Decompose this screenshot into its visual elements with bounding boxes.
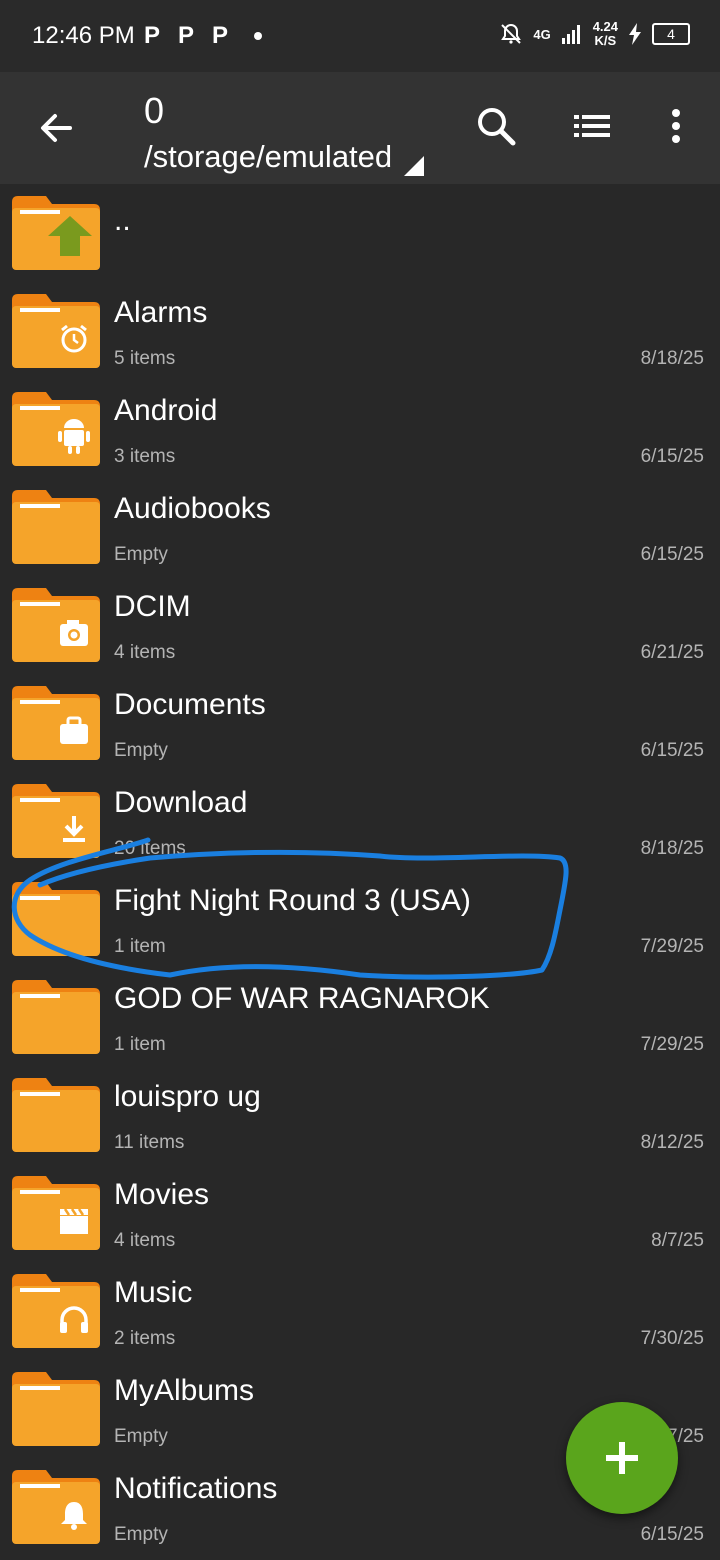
folder-name: Notifications <box>114 1472 278 1505</box>
folder-item-count: 2 items <box>114 1328 176 1349</box>
folder-name: MyAlbums <box>114 1374 255 1407</box>
folder-date: 6/15/25 <box>640 740 704 761</box>
folder-item[interactable]: Android 3 items 6/15/25 <box>0 380 720 478</box>
net-speed-value: 4.24 <box>592 19 618 34</box>
folder-item[interactable]: Fight Night Round 3 (USA) 1 item 7/29/25 <box>0 870 720 968</box>
folder-item-count: 5 items <box>114 348 176 369</box>
back-button[interactable] <box>36 108 76 153</box>
net-speed-unit: K/S <box>594 33 617 48</box>
more-vert-icon <box>672 109 680 143</box>
mute-bell-icon <box>501 23 522 44</box>
folder-item-count: 4 items <box>114 1230 176 1251</box>
folder-name: Audiobooks <box>114 492 271 525</box>
folder-name: Android <box>114 394 218 427</box>
view-mode-button[interactable] <box>570 104 614 153</box>
app-notification-icon: P <box>178 22 195 49</box>
folder-date: 8/12/25 <box>640 1132 704 1153</box>
folder-item-count: 4 items <box>114 642 176 663</box>
folder-item-count: Empty <box>114 544 168 565</box>
more-options-button[interactable] <box>654 104 698 153</box>
current-path: /storage/emulated <box>144 139 393 174</box>
folder-name: louispro ug <box>114 1080 261 1113</box>
status-indicators: 4G 4.24 K/S 4 <box>499 20 690 48</box>
folder-bell-icon <box>12 1470 100 1544</box>
folder-name: Documents <box>114 688 266 721</box>
folder-icon <box>12 1372 100 1446</box>
folder-date: 8/18/25 <box>640 348 704 369</box>
plus-icon <box>606 1442 638 1474</box>
folder-date: 6/15/25 <box>640 1524 704 1545</box>
battery-level: 4 <box>652 23 690 45</box>
add-fab-button[interactable] <box>566 1402 678 1514</box>
folder-item[interactable]: Movies 4 items 8/7/25 <box>0 1164 720 1262</box>
folder-date: 6/15/25 <box>640 446 704 467</box>
folder-item-count: 1 item <box>114 1034 166 1055</box>
folder-item-count: 11 items <box>114 1132 185 1153</box>
charging-icon <box>629 23 641 45</box>
status-time: 12:46 PM <box>32 22 135 49</box>
toolbar: 0 /storage/emulated <box>0 72 720 184</box>
dropdown-triangle-icon <box>404 156 425 176</box>
folder-name: Music <box>114 1276 193 1309</box>
folder-item[interactable]: Alarms 5 items 8/18/25 <box>0 282 720 380</box>
folder-item[interactable]: Audiobooks Empty 6/15/25 <box>0 478 720 576</box>
folder-item[interactable]: Music 2 items 7/30/25 <box>0 1262 720 1360</box>
folder-date: 6/21/25 <box>640 642 704 663</box>
folder-camera-icon <box>12 588 100 662</box>
folder-download-icon <box>12 784 100 858</box>
folder-date: 7/29/25 <box>640 936 704 957</box>
folder-movie-icon <box>12 1176 100 1250</box>
folder-name: GOD OF WAR RAGNAROK <box>114 982 490 1015</box>
app-notification-icon: P <box>144 22 161 49</box>
search-button[interactable] <box>474 104 518 153</box>
network-type: 4G <box>533 26 551 42</box>
status-bar: 12:46 PM P P P 4G 4.24 K/S 4 <box>0 0 720 72</box>
folder-icon <box>12 882 100 956</box>
file-list: .. Alarms 5 items 8/18/25 Android 3 items 6/1… <box>0 184 720 1556</box>
folder-item-count: Empty <box>114 1524 168 1545</box>
folder-date: 6/15/25 <box>640 544 704 565</box>
folder-item[interactable]: Download 20 items 8/18/25 <box>0 772 720 870</box>
folder-name: Download <box>114 786 248 819</box>
list-view-icon <box>574 115 610 137</box>
folder-up-icon <box>12 196 100 270</box>
notification-icons: P P P <box>144 22 263 50</box>
folder-icon <box>12 490 100 564</box>
more-notifications-dot-icon <box>254 32 263 40</box>
folder-name: Movies <box>114 1178 210 1211</box>
folder-date: 7/30/25 <box>640 1328 704 1349</box>
net-speed: 4.24 K/S <box>593 20 618 48</box>
folder-icon <box>12 1078 100 1152</box>
folder-date: 8/7/25 <box>651 1230 704 1251</box>
app-notification-icon: P <box>212 22 229 49</box>
folder-icon <box>12 980 100 1054</box>
folder-item[interactable]: DCIM 4 items 6/21/25 <box>0 576 720 674</box>
folder-name: Alarms <box>114 296 208 329</box>
folder-date: 7/29/25 <box>640 1034 704 1055</box>
parent-directory-item[interactable]: .. <box>0 184 720 282</box>
folder-item-count: 1 item <box>114 936 166 957</box>
folder-item[interactable]: GOD OF WAR RAGNAROK 1 item 7/29/25 <box>0 968 720 1066</box>
path-dropdown[interactable]: /storage/emulated <box>144 138 425 176</box>
folder-briefcase-icon <box>12 686 100 760</box>
folder-name: Fight Night Round 3 (USA) <box>114 884 471 917</box>
folder-alarm-icon <box>12 294 100 368</box>
back-arrow-icon <box>41 114 72 142</box>
search-icon <box>478 108 516 146</box>
folder-item-count: Empty <box>114 740 168 761</box>
folder-item-count: Empty <box>114 1426 168 1447</box>
folder-android-icon <box>12 392 100 466</box>
folder-date: 8/18/25 <box>640 838 704 859</box>
folder-item[interactable]: louispro ug 11 items 8/12/25 <box>0 1066 720 1164</box>
folder-item[interactable]: Documents Empty 6/15/25 <box>0 674 720 772</box>
folder-item-count: 3 items <box>114 446 176 467</box>
selection-count: 0 <box>144 90 165 131</box>
folder-headphones-icon <box>12 1274 100 1348</box>
folder-name: DCIM <box>114 590 191 623</box>
parent-directory-label: .. <box>114 204 131 237</box>
signal-icon <box>561 25 580 44</box>
folder-item-count: 20 items <box>114 838 186 859</box>
